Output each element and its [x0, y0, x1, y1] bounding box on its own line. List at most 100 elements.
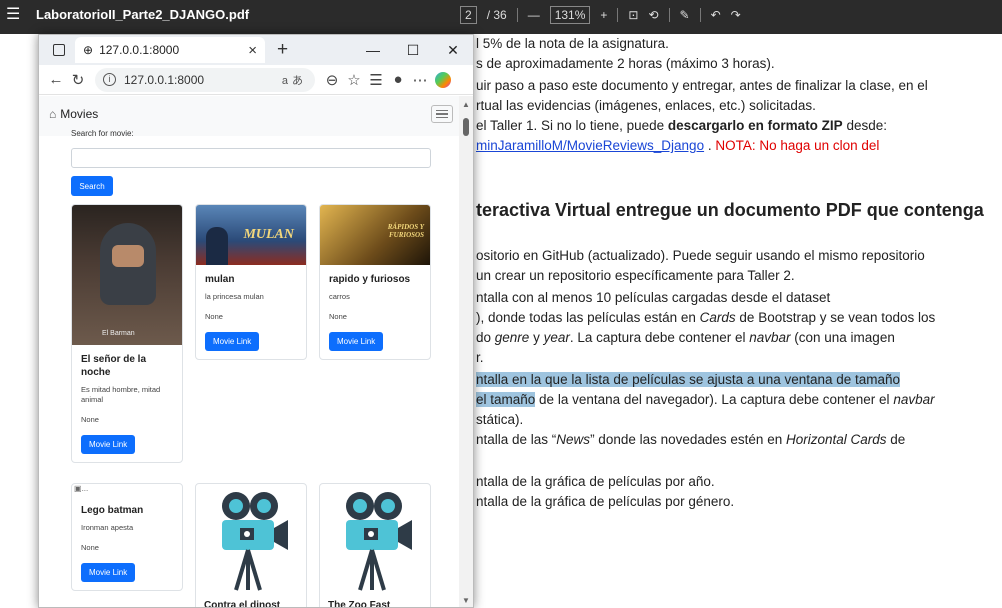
pdf-line: ntalla en la que la lista de películas s… — [476, 372, 901, 387]
pdf-line: ), donde todas las películas están en Ca… — [476, 310, 936, 325]
movie-genre: None — [329, 312, 347, 321]
page-number-input[interactable]: 2 — [460, 6, 477, 24]
tab-title: 127.0.0.1:8000 — [99, 43, 180, 57]
pdf-filename: LaboratorioII_Parte2_DJANGO.pdf — [36, 7, 250, 22]
rotate-icon[interactable]: ⟲ — [648, 8, 658, 22]
page-scrollbar[interactable]: ▲ ▼ — [459, 96, 473, 607]
pdf-line: stática). — [476, 412, 524, 427]
browser-tab[interactable]: ⊕ 127.0.0.1:8000 × — [75, 37, 265, 63]
close-tab-icon[interactable]: × — [248, 42, 257, 59]
undo-icon[interactable]: ↶ — [711, 8, 721, 22]
movie-card: RÁPIDOS Y FURIOSOS rapido y furiosos car… — [319, 204, 431, 360]
movie-description: carros — [329, 292, 350, 301]
repo-link[interactable]: minJaramilloM/MovieReviews_Django — [476, 138, 704, 153]
movie-description: la princesa mulan — [205, 292, 264, 301]
navbar-brand[interactable]: ⌂ Movies — [49, 107, 98, 121]
brand-label: Movies — [60, 107, 99, 121]
movie-title: El señor de la noche — [81, 354, 147, 378]
window-controls: — ☐ ✕ — [353, 35, 473, 65]
pdf-line: un crear un repositorio específicamente … — [476, 268, 795, 283]
movie-link-button[interactable]: Movie Link — [81, 435, 136, 454]
poster-caption: El Barman — [102, 330, 135, 337]
divider — [516, 8, 518, 22]
divider — [668, 8, 670, 22]
movie-link-button[interactable]: Movie Link — [329, 332, 384, 351]
movie-title: mulan — [205, 274, 235, 285]
pdf-line: el tamaño de la ventana del navegador). … — [476, 392, 935, 407]
pdf-controls: 2 / 36 — 131% + ⊡ ⟲ ✎ ↶ ↷ — [460, 0, 741, 30]
pdf-line: rtual las evidencias (imágenes, enlaces,… — [476, 98, 816, 113]
pdf-heading: teractiva Virtual entregue un documento … — [476, 200, 984, 220]
draw-icon[interactable]: ✎ — [680, 8, 690, 22]
pdf-toolbar: ☰ LaboratorioII_Parte2_DJANGO.pdf 2 / 36… — [0, 0, 1002, 34]
copilot-icon[interactable] — [435, 71, 451, 88]
scroll-thumb[interactable] — [463, 118, 469, 136]
movie-genre: None — [81, 543, 99, 552]
pdf-line: l 5% de la nota de la asignatura. — [476, 36, 669, 51]
search-label: Search for movie: — [71, 129, 134, 138]
pdf-line: s de aproximadamente 2 horas (máximo 3 h… — [476, 56, 775, 71]
new-tab-icon[interactable]: + — [277, 39, 288, 61]
zoom-level[interactable]: 131% — [549, 6, 591, 24]
tab-bar: ⊕ 127.0.0.1:8000 × + — ☐ ✕ — [39, 35, 473, 65]
movie-genre: None — [205, 312, 223, 321]
zoom-icon[interactable]: ⊖ — [321, 71, 343, 89]
globe-icon: ⊕ — [83, 43, 94, 57]
poster-caption: RÁPIDOS Y FURIOSOS — [387, 223, 424, 239]
scroll-up-icon[interactable]: ▲ — [462, 100, 470, 109]
movie-poster: MULAN — [196, 205, 306, 265]
pdf-line: minJaramilloM/MovieReviews_Django . NOTA… — [476, 138, 880, 153]
movie-genre: None — [81, 415, 99, 424]
url-text: 127.0.0.1:8000 — [124, 72, 205, 87]
profile-icon[interactable]: ● — [387, 71, 409, 88]
broken-image-icon: ▣... — [74, 484, 89, 493]
close-window-icon[interactable]: ✕ — [433, 42, 473, 59]
movie-card: Contra el dinost — [195, 483, 307, 608]
movie-description: Ironman apesta — [81, 523, 134, 532]
movie-card: MULAN mulan la princesa mulan None Movie… — [195, 204, 307, 360]
movie-title: rapido y furiosos — [329, 274, 411, 285]
movie-link-button[interactable]: Movie Link — [81, 563, 136, 582]
movie-title: The Zoo Fast — [328, 600, 391, 608]
page-total: / 36 — [486, 8, 507, 22]
movie-poster: RÁPIDOS Y FURIOSOS — [320, 205, 430, 265]
pdf-line: el Taller 1. Si no lo tiene, puede desca… — [476, 118, 887, 133]
reader-mode-icon[interactable]: aあ — [282, 72, 307, 88]
movie-title: Lego batman — [81, 505, 144, 516]
browser-toolbar: ← ↻ i 127.0.0.1:8000 aあ ⊖ ☆ ☰ ● ⋯ — [39, 65, 473, 95]
pdf-line: ntalla de la gráfica de películas por añ… — [476, 474, 715, 489]
navbar-toggler-icon[interactable] — [431, 105, 453, 123]
zoom-in-icon[interactable]: + — [600, 8, 607, 22]
back-icon[interactable]: ← — [45, 71, 67, 88]
search-input[interactable] — [71, 148, 431, 168]
movie-card: The Zoo Fast — [319, 483, 431, 608]
refresh-icon[interactable]: ↻ — [67, 71, 89, 89]
redo-icon[interactable]: ↷ — [731, 8, 741, 22]
search-button[interactable]: Search — [71, 176, 113, 196]
tab-actions-icon[interactable] — [53, 44, 65, 56]
menu-icon[interactable]: ☰ — [6, 0, 20, 30]
minimize-icon[interactable]: — — [353, 42, 393, 58]
pdf-line: ntalla con al menos 10 películas cargada… — [476, 290, 831, 305]
zoom-out-icon[interactable]: — — [528, 8, 540, 22]
maximize-icon[interactable]: ☐ — [393, 42, 433, 59]
more-icon[interactable]: ⋯ — [409, 71, 431, 89]
movie-link-button[interactable]: Movie Link — [205, 332, 260, 351]
pdf-line: r. — [476, 350, 484, 365]
info-icon[interactable]: i — [103, 73, 116, 86]
video-camera-icon — [222, 492, 288, 591]
pdf-line: ositorio en GitHub (actualizado). Puede … — [476, 248, 925, 263]
address-bar[interactable]: i 127.0.0.1:8000 aあ — [95, 67, 315, 92]
video-camera-icon — [346, 492, 412, 591]
movie-card: ▣... Lego batman Ironman apesta None Mov… — [71, 483, 183, 591]
pdf-line: do genre y year. La captura debe contene… — [476, 330, 895, 345]
pdf-line: uir paso a paso este documento y entrega… — [476, 78, 928, 93]
scroll-down-icon[interactable]: ▼ — [462, 596, 470, 605]
divider — [699, 8, 701, 22]
favorite-star-icon[interactable]: ☆ — [343, 71, 365, 89]
fit-page-icon[interactable]: ⊡ — [628, 8, 638, 22]
favorites-icon[interactable]: ☰ — [365, 71, 387, 89]
poster-caption: MULAN — [243, 227, 294, 242]
page-viewport: ⌂ Movies Search for movie: Search El Bar… — [39, 96, 461, 608]
movie-title: Contra el dinost — [204, 600, 281, 608]
